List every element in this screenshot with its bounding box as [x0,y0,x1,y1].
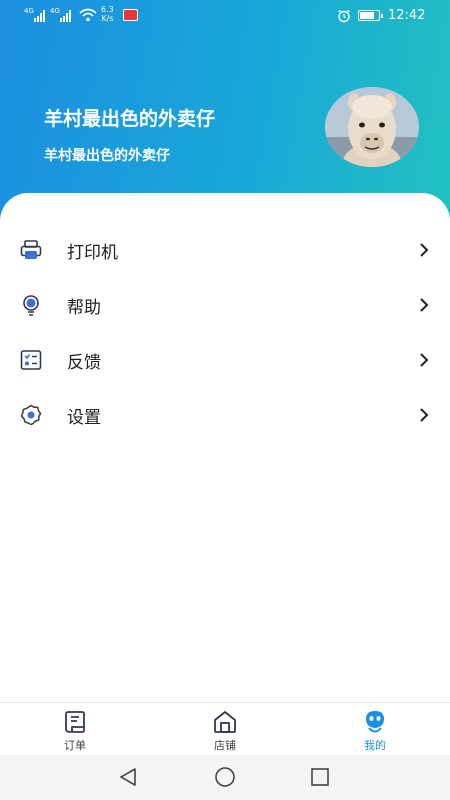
alpaca-avatar [325,87,419,167]
battery-icon [358,10,383,21]
menu-item-printer[interactable]: 打印机 [0,227,450,273]
avatar[interactable] [325,87,419,167]
app-notification-icon [123,9,138,21]
menu-item-label: 打印机 [67,243,118,263]
chevron-right-icon [420,408,429,422]
profile-name: 羊村最出色的外卖仔 [44,108,216,130]
tab-orders[interactable]: 订单 [0,703,150,756]
tab-label: 店铺 [214,739,236,752]
menu-item-settings[interactable]: 设置 [0,392,450,438]
chevron-right-icon [420,298,429,312]
menu-item-feedback[interactable]: 反馈 [0,337,450,383]
profile-subtitle: 羊村最出色的外卖仔 [44,148,170,164]
order-receipt-icon [65,711,85,733]
menu-item-help[interactable]: 帮助 [0,282,450,328]
tab-mine[interactable]: 我的 [300,703,450,756]
feedback-checklist-icon [20,350,42,370]
menu-item-label: 帮助 [67,298,101,318]
store-home-icon [214,711,236,733]
lightbulb-icon [23,295,39,316]
settings-gear-icon [20,404,42,426]
profile-face-icon [366,711,384,733]
back-triangle-icon[interactable] [116,765,140,789]
menu-card: 打印机 帮助 反馈 设置 [0,193,450,703]
network-speed: 6.3 K/s [101,5,114,23]
clock: 12:42 [388,8,426,23]
tab-label: 我的 [364,739,386,752]
status-bar: 4G 4G 6.3 K/s 12:42 [0,0,450,32]
printer-icon [20,240,42,259]
tab-store[interactable]: 店铺 [150,703,300,756]
alarm-icon [338,9,350,23]
bottom-tab-bar: 订单 店铺 我的 [0,702,450,755]
network-type-label: 4G [24,7,34,15]
wifi-icon [79,8,97,22]
system-nav-bar [0,755,450,800]
chevron-right-icon [420,353,429,367]
network-type-label: 4G [50,7,60,15]
chevron-right-icon [420,243,429,257]
menu-item-label: 反馈 [67,353,101,373]
tab-label: 订单 [64,739,86,752]
recents-square-icon[interactable] [308,765,332,789]
home-circle-icon[interactable] [213,765,237,789]
menu-item-label: 设置 [67,408,101,428]
